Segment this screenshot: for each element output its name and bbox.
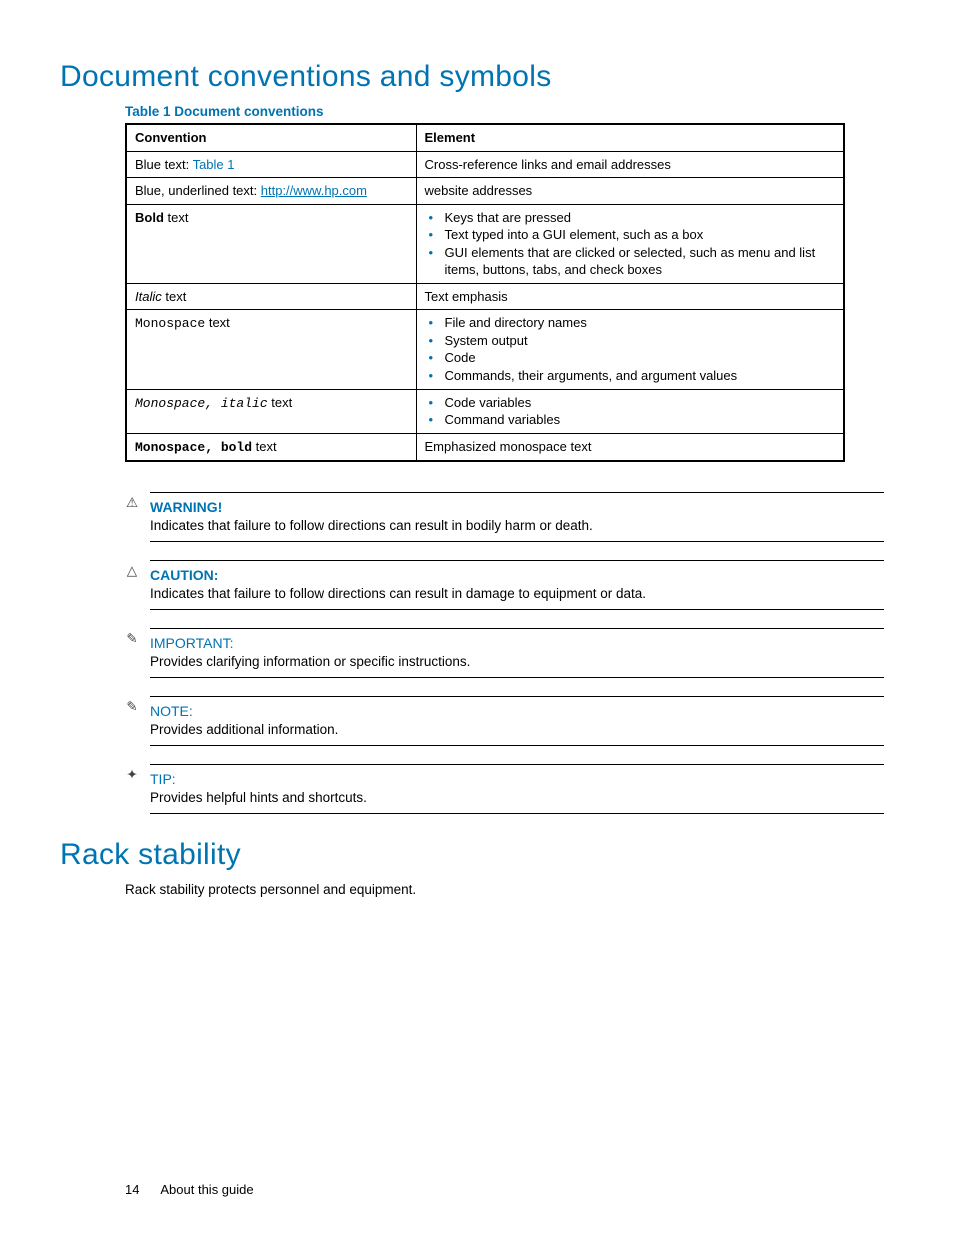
heading-document-conventions: Document conventions and symbols (60, 60, 884, 94)
link-table1[interactable]: Table 1 (193, 157, 235, 172)
list-item: Commands, their arguments, and argument … (443, 367, 836, 385)
page-footer: 14 About this guide (125, 1182, 254, 1197)
conventions-table: Convention Element Blue text: Table 1 Cr… (125, 123, 845, 462)
callout-title: CAUTION: (150, 561, 884, 586)
cell-text: text (205, 315, 230, 330)
cell-text: Blue text: (135, 157, 193, 172)
list-item: Command variables (443, 411, 836, 429)
callout-caution: △ CAUTION: Indicates that failure to fol… (125, 560, 884, 610)
callout-body: Provides additional information. (150, 722, 884, 745)
th-element: Element (416, 124, 844, 151)
table-caption: Table 1 Document conventions (60, 104, 884, 119)
callout-title: WARNING! (150, 493, 884, 518)
callout-important: ✎ IMPORTANT: Provides clarifying informa… (125, 628, 884, 678)
cell-text: website addresses (416, 178, 844, 205)
table-row: Blue, underlined text: http://www.hp.com… (126, 178, 844, 205)
cell-text: text (268, 395, 293, 410)
important-icon: ✎ (123, 631, 141, 647)
warning-icon: ⚠ (123, 495, 141, 511)
cell-text: Emphasized monospace text (416, 433, 844, 461)
cell-text: Monospace (135, 316, 205, 331)
table-row: Monospace, bold text Emphasized monospac… (126, 433, 844, 461)
cell-text: text (252, 439, 277, 454)
cell-text: Bold (135, 210, 164, 225)
callout-title: TIP: (150, 765, 884, 790)
table-row: Monospace text File and directory names … (126, 310, 844, 389)
table-row: Italic text Text emphasis (126, 283, 844, 310)
link-hp[interactable]: http://www.hp.com (261, 183, 367, 198)
table-row: Monospace, italic text Code variables Co… (126, 389, 844, 433)
page-number: 14 (125, 1182, 139, 1197)
table-row: Blue text: Table 1 Cross-reference links… (126, 151, 844, 178)
cell-text: Text emphasis (416, 283, 844, 310)
callout-tip: ✦ TIP: Provides helpful hints and shortc… (125, 764, 884, 814)
list-item: System output (443, 332, 836, 350)
note-icon: ✎ (123, 699, 141, 715)
caution-icon: △ (123, 563, 141, 579)
callout-warning: ⚠ WARNING! Indicates that failure to fol… (125, 492, 884, 542)
cell-text: text (162, 289, 187, 304)
callout-body: Indicates that failure to follow directi… (150, 586, 884, 609)
callout-body: Provides helpful hints and shortcuts. (150, 790, 884, 813)
rack-body: Rack stability protects personnel and eq… (125, 882, 884, 897)
callout-body: Provides clarifying information or speci… (150, 654, 884, 677)
cell-text: Italic (135, 289, 162, 304)
cell-text: Cross-reference links and email addresse… (416, 151, 844, 178)
heading-rack-stability: Rack stability (60, 838, 884, 872)
tip-icon: ✦ (123, 767, 141, 783)
cell-text: Monospace, bold (135, 440, 252, 455)
list-item: Keys that are pressed (443, 209, 836, 227)
list-item: Code (443, 349, 836, 367)
cell-text: Monospace, italic (135, 396, 268, 411)
th-convention: Convention (126, 124, 416, 151)
cell-text: text (164, 210, 189, 225)
callout-note: ✎ NOTE: Provides additional information. (125, 696, 884, 746)
callout-title: NOTE: (150, 697, 884, 722)
footer-section: About this guide (160, 1182, 253, 1197)
callout-body: Indicates that failure to follow directi… (150, 518, 884, 541)
callout-title: IMPORTANT: (150, 629, 884, 654)
table-row: Bold text Keys that are pressed Text typ… (126, 204, 844, 283)
list-item: GUI elements that are clicked or selecte… (443, 244, 836, 279)
cell-text: Blue, underlined text: (135, 183, 261, 198)
list-item: File and directory names (443, 314, 836, 332)
list-item: Text typed into a GUI element, such as a… (443, 226, 836, 244)
list-item: Code variables (443, 394, 836, 412)
